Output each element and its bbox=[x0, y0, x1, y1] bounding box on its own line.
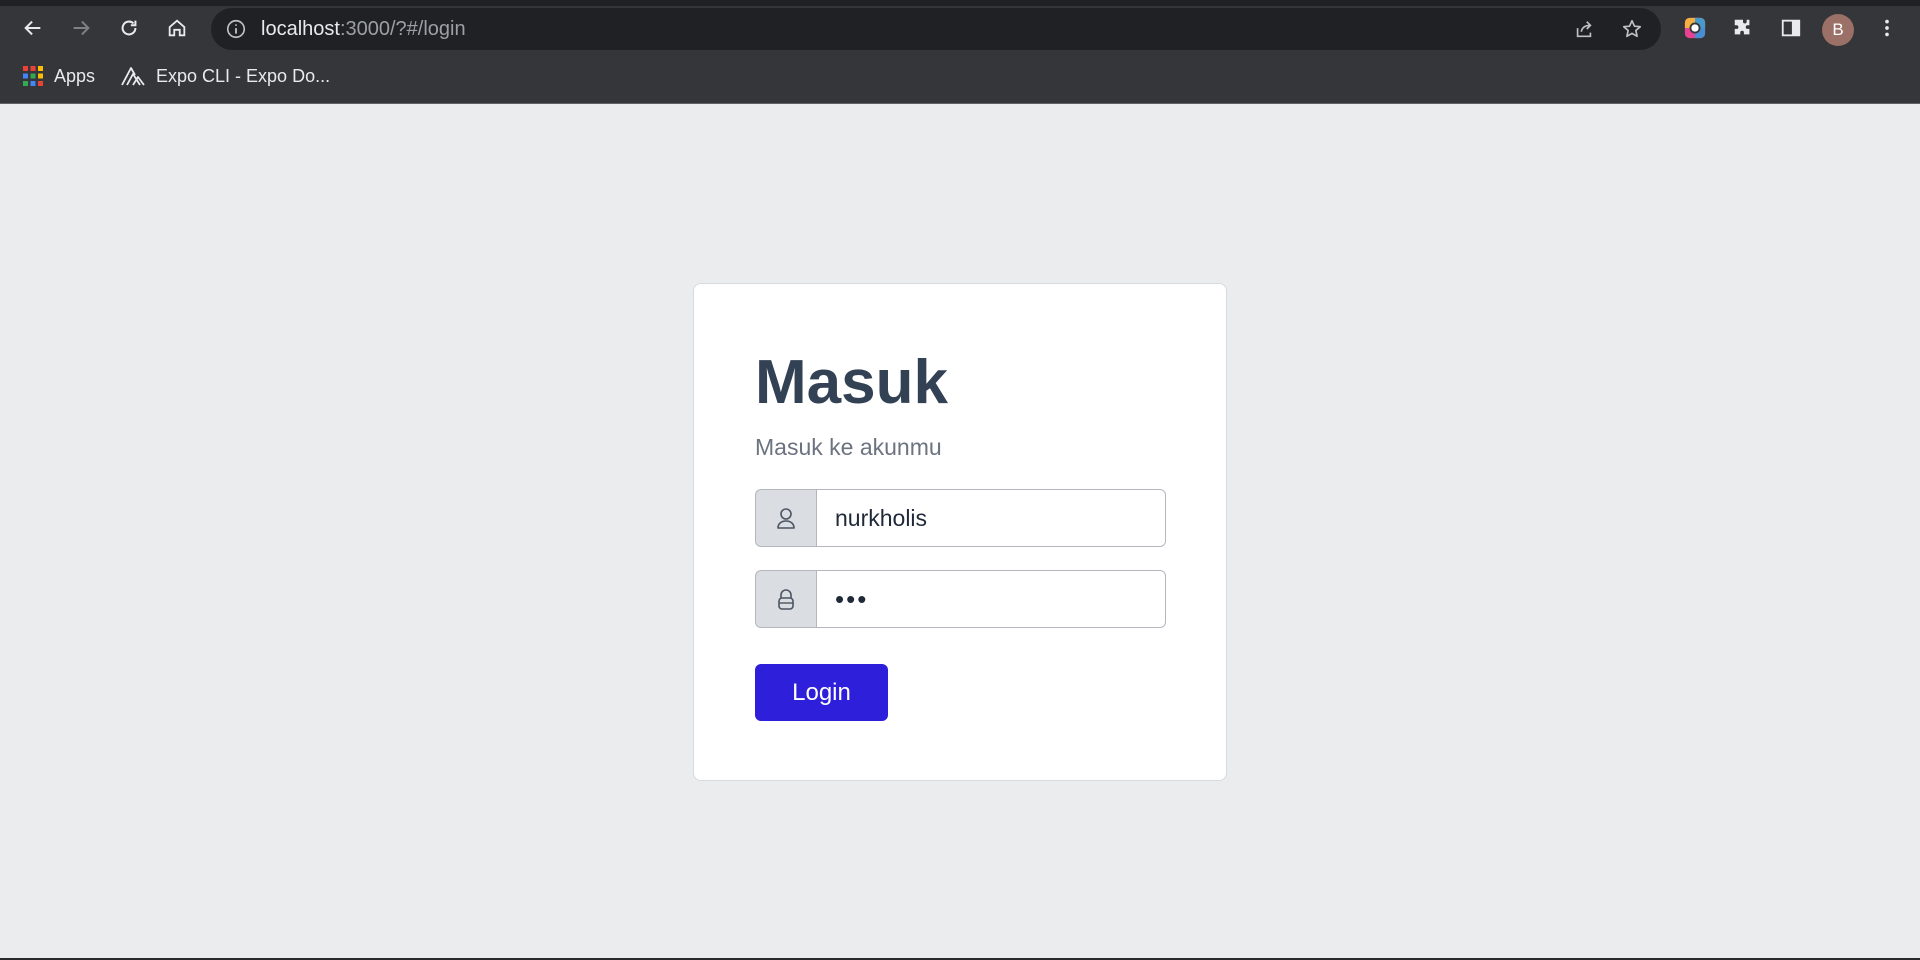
reload-icon bbox=[121, 20, 137, 36]
page-title: Masuk bbox=[755, 348, 948, 417]
browser-toolbar: localhost:3000/?#/login B bbox=[0, 6, 1920, 50]
side-panel-button[interactable] bbox=[1775, 12, 1807, 44]
url-path: :3000/?#/login bbox=[339, 18, 466, 40]
page-subtitle: Masuk ke akunmu bbox=[755, 434, 942, 460]
reload-button[interactable] bbox=[113, 12, 145, 44]
expo-logo-icon bbox=[121, 67, 145, 86]
url-text[interactable]: localhost:3000/?#/login bbox=[261, 8, 466, 50]
bookmark-apps-label: Apps bbox=[54, 65, 96, 86]
color-extension-button[interactable] bbox=[1679, 12, 1711, 44]
side-panel-icon bbox=[1781, 19, 1801, 37]
profile-avatar[interactable]: B bbox=[1822, 14, 1854, 46]
user-icon bbox=[777, 508, 795, 529]
apps-grid-icon bbox=[23, 66, 43, 86]
browser-chrome: localhost:3000/?#/login B Apps Expo CLI … bbox=[0, 0, 1920, 104]
extensions-button[interactable] bbox=[1727, 12, 1759, 44]
bookmark-star-icon[interactable] bbox=[1621, 18, 1643, 40]
home-icon bbox=[168, 19, 186, 37]
login-button[interactable]: Login bbox=[755, 664, 888, 721]
lock-icon bbox=[778, 589, 794, 610]
password-addon bbox=[755, 570, 816, 628]
login-card: Masuk Masuk ke akunmu nurkholis ••• Logi… bbox=[693, 283, 1227, 781]
home-button[interactable] bbox=[161, 12, 193, 44]
password-field: ••• bbox=[755, 570, 1166, 628]
username-field: nurkholis bbox=[755, 489, 1166, 547]
puzzle-icon bbox=[1734, 19, 1750, 35]
bookmark-apps[interactable]: Apps bbox=[22, 60, 95, 92]
arrow-left-icon bbox=[24, 20, 41, 36]
forward-button[interactable] bbox=[65, 12, 97, 44]
share-icon[interactable] bbox=[1573, 18, 1595, 40]
chrome-divider bbox=[0, 103, 1920, 104]
address-bar[interactable]: localhost:3000/?#/login bbox=[211, 8, 1661, 50]
username-input[interactable]: nurkholis bbox=[816, 489, 1166, 547]
color-wheel-icon bbox=[1684, 17, 1706, 39]
username-addon bbox=[755, 489, 816, 547]
back-button[interactable] bbox=[17, 12, 49, 44]
password-input[interactable]: ••• bbox=[816, 570, 1166, 628]
menu-button[interactable] bbox=[1871, 12, 1903, 44]
bookmarks-bar: Apps Expo CLI - Expo Do... bbox=[0, 56, 1920, 96]
arrow-right-icon bbox=[73, 20, 90, 36]
kebab-menu-icon bbox=[1885, 19, 1889, 37]
url-host: localhost bbox=[261, 18, 340, 40]
bookmark-expo-label: Expo CLI - Expo Do... bbox=[156, 65, 331, 86]
bookmark-expo[interactable]: Expo CLI - Expo Do... bbox=[120, 60, 330, 92]
info-icon[interactable] bbox=[225, 18, 247, 40]
